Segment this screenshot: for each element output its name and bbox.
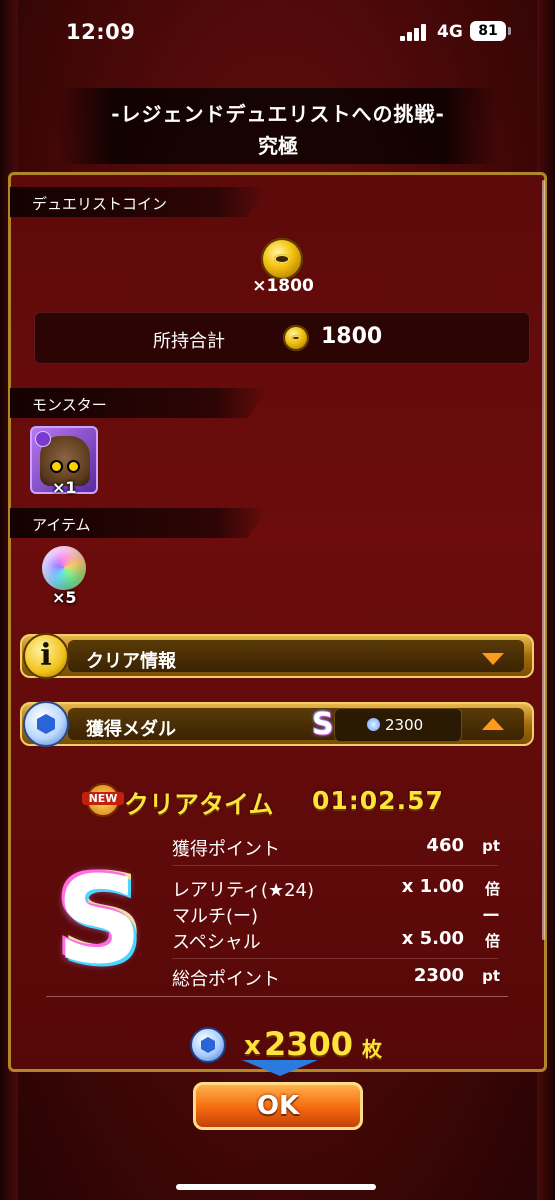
divider bbox=[46, 996, 508, 997]
scroll-down-icon[interactable] bbox=[242, 1060, 318, 1076]
signal-icon bbox=[400, 24, 428, 41]
section-header-monster: モンスター bbox=[10, 388, 268, 418]
ok-button[interactable]: OK bbox=[193, 1082, 363, 1130]
clear-info-accordion[interactable]: i クリア情報 bbox=[20, 633, 534, 679]
medal-icon bbox=[190, 1027, 226, 1063]
monster-count: ×1 bbox=[52, 478, 77, 497]
divider bbox=[172, 958, 498, 959]
detail-row: マルチ(ー) ー bbox=[172, 906, 500, 927]
clear-time-label: クリアタイム bbox=[124, 790, 274, 819]
item-count: ×5 bbox=[52, 588, 77, 607]
home-indicator[interactable] bbox=[176, 1184, 376, 1190]
scrollbar[interactable] bbox=[542, 180, 545, 940]
detail-row: レアリティ(★24) x 1.00 倍 bbox=[172, 876, 500, 901]
clear-info-label: クリア情報 bbox=[86, 651, 176, 672]
title-banner: -レジェンドデュエリストへの挑戦- 究極 bbox=[58, 88, 498, 164]
quest-title: -レジェンドデュエリストへの挑戦- bbox=[111, 102, 445, 126]
info-icon: i bbox=[23, 633, 69, 679]
detail-row-total: 総合ポイント 2300 pt bbox=[172, 965, 500, 990]
medal-value: 2300 bbox=[385, 716, 424, 734]
section-label: デュエリストコイン bbox=[32, 195, 168, 213]
medal-accordion[interactable]: 獲得メダル S 2300 bbox=[20, 701, 534, 747]
status-time: 12:09 bbox=[66, 20, 136, 44]
duelist-coin-icon bbox=[283, 325, 309, 351]
rainbow-orb-icon[interactable] bbox=[42, 546, 86, 590]
coin-total-label: 所持合計 bbox=[153, 331, 225, 352]
medal-reward-amount: 2300 bbox=[264, 1025, 354, 1063]
coin-reward-count: ×1800 bbox=[252, 276, 314, 296]
detail-row: スペシャル x 5.00 倍 bbox=[172, 928, 500, 953]
battery-icon: 81 bbox=[470, 21, 511, 41]
section-header-duelist-coin: デュエリストコイン bbox=[10, 187, 268, 217]
coin-total-box: 所持合計 1800 bbox=[34, 312, 530, 364]
chevron-down-icon bbox=[482, 653, 504, 665]
section-header-item: アイテム bbox=[10, 508, 268, 538]
clear-time-value: 01:02.57 bbox=[312, 786, 444, 815]
difficulty-label: 究極 bbox=[258, 134, 298, 158]
grade-s-icon: S bbox=[312, 707, 334, 742]
medal-small-icon bbox=[367, 718, 380, 731]
detail-row: 獲得ポイント 460 pt bbox=[172, 835, 500, 860]
section-label: アイテム bbox=[32, 516, 91, 534]
network-label: 4G bbox=[437, 22, 463, 42]
medal-icon bbox=[23, 701, 69, 747]
coin-total-value: 1800 bbox=[321, 324, 383, 349]
grade-s-large-icon: S bbox=[56, 852, 143, 991]
duelist-coin-icon bbox=[261, 238, 303, 280]
new-badge-label: NEW bbox=[82, 792, 124, 805]
new-record-icon: NEW bbox=[82, 783, 124, 823]
medal-value-box: 2300 bbox=[334, 708, 462, 742]
chevron-up-icon bbox=[482, 718, 504, 730]
status-bar: 12:09 4G 81 bbox=[0, 0, 555, 62]
divider bbox=[172, 865, 498, 866]
medal-label: 獲得メダル bbox=[86, 719, 176, 740]
section-label: モンスター bbox=[32, 396, 107, 414]
attribute-icon bbox=[35, 431, 51, 447]
